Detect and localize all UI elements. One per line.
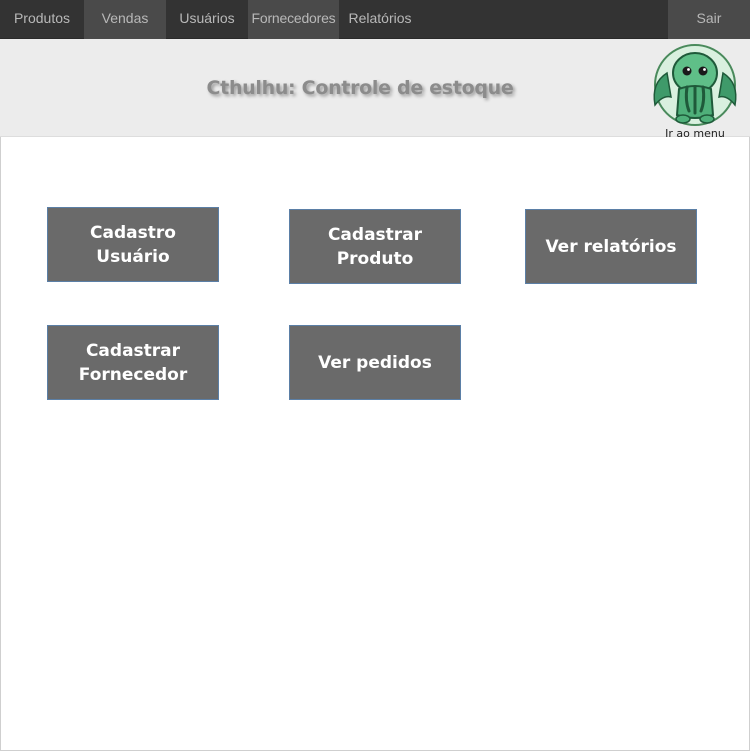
page-header: Cthulhu: Controle de estoque Ir ao menu bbox=[0, 39, 750, 137]
nav-item-relatorios[interactable]: Relatórios bbox=[339, 0, 421, 39]
cadastrar-produto-button[interactable]: Cadastrar Produto bbox=[289, 209, 461, 284]
logout-button[interactable]: Sair bbox=[668, 0, 750, 39]
ver-pedidos-button[interactable]: Ver pedidos bbox=[289, 325, 461, 400]
ver-relatorios-button[interactable]: Ver relatórios bbox=[525, 209, 697, 284]
nav-item-usuarios[interactable]: Usuários bbox=[166, 0, 248, 39]
cthulhu-mascot-icon bbox=[653, 44, 737, 126]
top-navigation: Produtos Vendas Usuários Fornecedores Re… bbox=[0, 0, 750, 39]
logo-caption: Ir ao menu bbox=[665, 127, 725, 137]
nav-item-fornecedores[interactable]: Fornecedores bbox=[248, 0, 339, 39]
nav-item-vendas[interactable]: Vendas bbox=[84, 0, 166, 39]
cadastrar-fornecedor-button[interactable]: Cadastrar Fornecedor bbox=[47, 325, 219, 400]
home-logo-link[interactable]: Ir ao menu bbox=[645, 43, 741, 137]
nav-item-produtos[interactable]: Produtos bbox=[0, 0, 84, 39]
page-title: Cthulhu: Controle de estoque bbox=[206, 77, 514, 99]
cadastro-usuario-button[interactable]: Cadastro Usuário bbox=[47, 207, 219, 282]
